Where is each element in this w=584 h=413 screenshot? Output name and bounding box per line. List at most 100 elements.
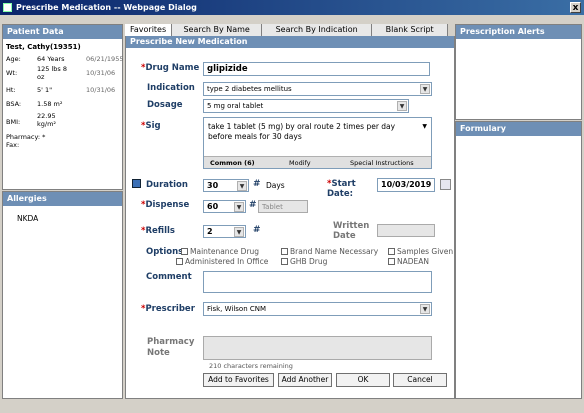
calendar-icon[interactable]: [132, 179, 141, 188]
add-another-button[interactable]: Add Another: [278, 373, 332, 387]
ok-button[interactable]: OK: [336, 373, 390, 387]
administered-checkbox[interactable]: [176, 258, 183, 265]
calendar-picker-icon[interactable]: [440, 179, 451, 190]
wt-date: 10/31/06: [86, 69, 116, 77]
duration-value: 30: [207, 181, 219, 190]
chevron-down-icon[interactable]: ▼: [237, 181, 247, 191]
fax-label: Fax:: [6, 141, 20, 149]
prescription-alerts-header: Prescription Alerts: [456, 25, 581, 39]
opt-brand[interactable]: Brand Name Necessary: [281, 247, 378, 256]
allergies-header: Allergies: [3, 192, 122, 206]
opt-maintenance[interactable]: Maintenance Drug: [181, 247, 259, 256]
cancel-button[interactable]: Cancel: [393, 373, 447, 387]
ht-label: Ht:: [6, 86, 16, 94]
wt-label: Wt:: [6, 69, 18, 77]
drug-name-field[interactable]: glipizide: [203, 62, 430, 76]
sig-text: take 1 tablet (5 mg) by oral route 2 tim…: [208, 122, 396, 141]
ghb-checkbox[interactable]: [281, 258, 288, 265]
tab-blank-script[interactable]: Blank Script: [372, 24, 449, 36]
patient-data-panel: Patient Data Test, Cathy(19351) Age: 64 …: [2, 24, 123, 190]
sig-modify-link[interactable]: Modify: [289, 159, 311, 167]
tab-search-by-indication[interactable]: Search By Indication: [262, 24, 373, 36]
comment-field[interactable]: [203, 271, 432, 293]
opt-nadean[interactable]: NADEAN: [388, 257, 429, 266]
indication-select[interactable]: type 2 diabetes mellitus ▼: [203, 82, 432, 96]
prescriber-select[interactable]: Fisk, Wilson CNM ▼: [203, 302, 432, 316]
prescription-alerts-panel: Prescription Alerts: [455, 24, 582, 120]
formulary-panel: Formulary: [455, 121, 582, 399]
dosage-value: 5 mg oral tablet: [207, 102, 264, 110]
written-date-field[interactable]: [377, 224, 435, 237]
pharmacy-note-label: Pharmacy Note: [147, 337, 195, 358]
prescribe-new-header: Prescribe New Medication: [126, 36, 454, 48]
comment-label: Comment: [146, 272, 192, 282]
sig-expand-icon[interactable]: ▼: [422, 123, 427, 130]
dispense-unit-field[interactable]: Tablet: [258, 200, 308, 213]
allergies-panel: Allergies NKDA: [2, 191, 123, 399]
wt-value: 125 lbs 8 oz: [37, 65, 67, 81]
chevron-down-icon[interactable]: ▼: [234, 202, 244, 212]
chevron-down-icon[interactable]: ▼: [420, 84, 430, 94]
add-to-favorites-button[interactable]: Add to Favorites: [203, 373, 274, 387]
duration-field[interactable]: 30 ▼: [203, 179, 249, 192]
age-date: 06/21/1955: [86, 55, 124, 63]
pharmacy-note-field[interactable]: [203, 336, 432, 360]
chevron-down-icon[interactable]: ▼: [397, 101, 407, 111]
patient-name: Test, Cathy(19351): [6, 43, 81, 51]
samples-checkbox[interactable]: [388, 248, 395, 255]
dosage-select[interactable]: 5 mg oral tablet ▼: [203, 99, 409, 113]
chevron-down-icon[interactable]: ▼: [420, 304, 430, 314]
sig-special-link[interactable]: Special Instructions: [350, 159, 414, 167]
sig-common-link[interactable]: Common (6): [210, 159, 255, 167]
sig-toolbar: Common (6) Modify Special Instructions: [204, 156, 431, 168]
window-app-icon: [3, 3, 12, 12]
refills-label: *Refills: [141, 226, 175, 236]
start-date-label: *Start Date:: [327, 179, 356, 199]
drug-name-label: *Drug Name: [141, 63, 200, 73]
written-date-label: Written Date: [333, 221, 370, 241]
ht-value: 5' 1": [37, 86, 53, 94]
patient-data-header: Patient Data: [3, 25, 122, 39]
dosage-label: Dosage: [147, 100, 183, 110]
search-tabs: Favorites Search By Name Search By Indic…: [125, 24, 455, 36]
duration-label: Duration: [146, 180, 188, 190]
window-title: Prescribe Medication -- Webpage Dialog: [16, 3, 197, 12]
start-date-field[interactable]: 10/03/2019: [377, 178, 435, 192]
pharmacy-label: Pharmacy: *: [6, 133, 46, 141]
dispense-hash: #: [249, 200, 257, 210]
sig-label: *Sig: [141, 121, 161, 131]
chevron-down-icon[interactable]: ▼: [234, 227, 244, 237]
bmi-label: BMI:: [6, 118, 21, 126]
refills-value: 2: [207, 227, 213, 236]
options-label: Options: [146, 247, 184, 257]
duration-unit: Days: [266, 181, 285, 190]
opt-administered[interactable]: Administered In Office: [176, 257, 268, 266]
ht-date: 10/31/06: [86, 86, 116, 94]
refills-field[interactable]: 2 ▼: [203, 225, 246, 238]
opt-ghb[interactable]: GHB Drug: [281, 257, 327, 266]
sig-box[interactable]: take 1 tablet (5 mg) by oral route 2 tim…: [203, 117, 432, 169]
opt-samples[interactable]: Samples Given: [388, 247, 453, 256]
tab-favorites[interactable]: Favorites: [125, 24, 173, 36]
age-value: 64 Years: [37, 55, 65, 63]
chars-remaining: 210 characters remaining: [209, 362, 293, 370]
nadean-checkbox[interactable]: [388, 258, 395, 265]
age-label: Age:: [6, 55, 21, 63]
dispense-field[interactable]: 60 ▼: [203, 200, 246, 213]
close-button[interactable]: x: [570, 2, 581, 13]
allergies-value: NKDA: [17, 214, 39, 223]
bsa-label: BSA:: [6, 100, 22, 108]
bmi-value: 22.95 kg/m²: [37, 112, 57, 128]
indication-label: Indication: [147, 83, 195, 93]
tab-search-by-name[interactable]: Search By Name: [172, 24, 263, 36]
dispense-label: *Dispense: [141, 200, 190, 210]
maintenance-checkbox[interactable]: [181, 248, 188, 255]
prescriber-label: *Prescriber: [141, 304, 195, 314]
bsa-value: 1.58 m²: [37, 100, 63, 108]
formulary-header: Formulary: [456, 122, 581, 136]
prescriber-value: Fisk, Wilson CNM: [207, 305, 267, 313]
brand-checkbox[interactable]: [281, 248, 288, 255]
indication-value: type 2 diabetes mellitus: [207, 85, 292, 93]
window-titlebar: Prescribe Medication -- Webpage Dialog x: [0, 0, 584, 15]
dispense-value: 60: [207, 202, 219, 211]
